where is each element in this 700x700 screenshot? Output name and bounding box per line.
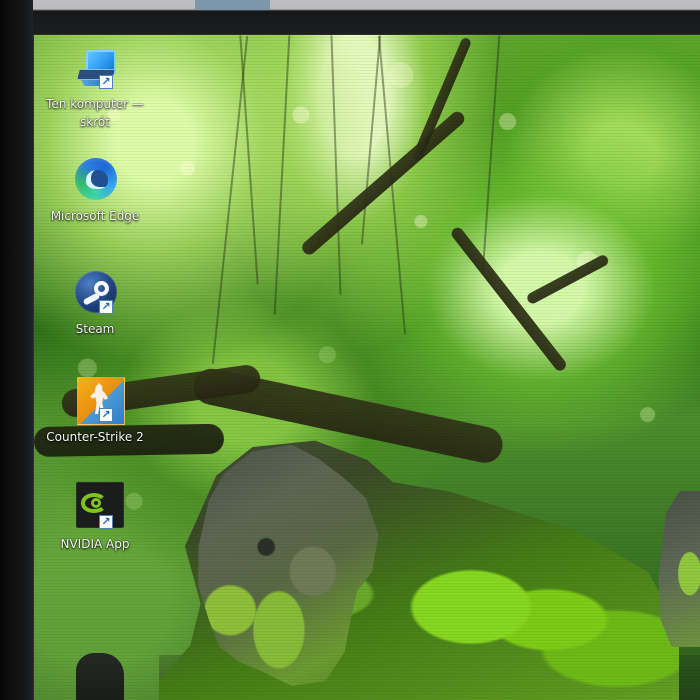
shortcut-arrow-icon: ↗ [99, 515, 113, 529]
desktop-icon-nvidia-app[interactable]: ↗ NVIDIA App [39, 480, 151, 580]
steam-icon: ↗ [70, 267, 120, 317]
desktop-icon-label: Counter-Strike 2 [46, 430, 144, 444]
nvidia-app-icon: ↗ [70, 482, 124, 532]
photo-frame: ↗ Ten komputer — skrót Microsoft Edge ↗ … [0, 0, 700, 700]
desktop-icon-this-pc-shortcut[interactable]: ↗ Ten komputer — skrót [39, 40, 151, 140]
desktop-icon-label: Microsoft Edge [50, 209, 140, 223]
desktop-icon-steam[interactable]: ↗ Steam [39, 265, 151, 365]
desktop-icon-microsoft-edge[interactable]: Microsoft Edge [39, 152, 151, 252]
desktop-icon-label: Ten komputer — skrót [46, 97, 144, 129]
shortcut-arrow-icon: ↗ [99, 300, 113, 314]
monitor-top-bezel [0, 0, 700, 34]
monitor-left-bezel [0, 0, 33, 700]
counter-strike-2-icon: ↗ [70, 375, 125, 425]
desktop-icon-label: Steam [75, 322, 115, 336]
computer-icon: ↗ [70, 42, 120, 92]
shortcut-arrow-icon: ↗ [99, 75, 113, 89]
edge-icon [70, 154, 120, 204]
wallpaper-rock [76, 653, 124, 700]
desktop-icon-label: NVIDIA App [60, 537, 130, 551]
desktop-icon-counter-strike-2[interactable]: ↗ Counter-Strike 2 [39, 373, 151, 473]
desktop-icons: ↗ Ten komputer — skrót Microsoft Edge ↗ … [39, 40, 151, 560]
shortcut-arrow-icon: ↗ [99, 408, 113, 422]
